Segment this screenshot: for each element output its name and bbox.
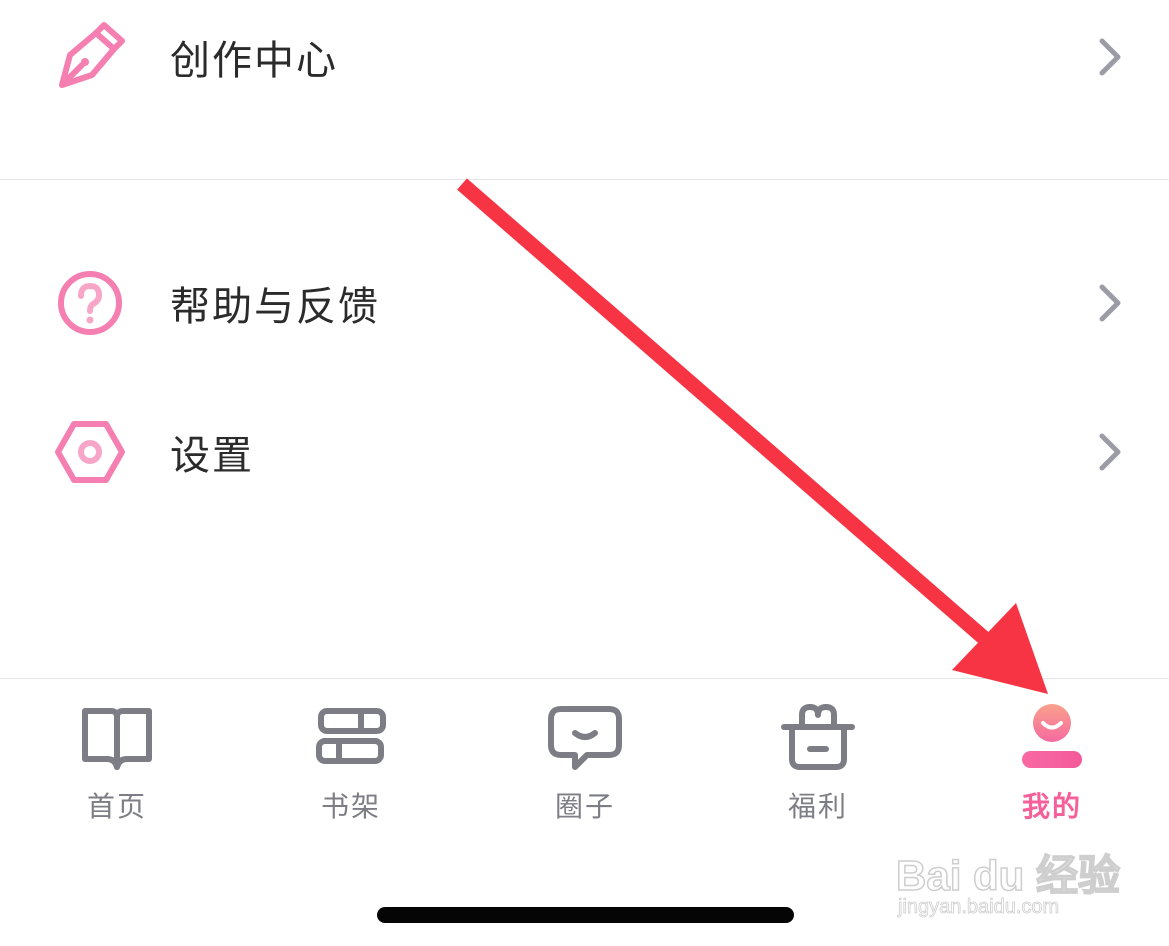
tab-label: 圈子 xyxy=(554,790,615,823)
profile-screen: 创作中心 帮助与反馈 设置 首页 书架 圈子 福利 我的 Bai du 经验 j… xyxy=(0,0,1169,946)
tab-label: 首页 xyxy=(86,790,147,823)
chat-bubble-icon xyxy=(548,706,622,770)
pen-nib-icon xyxy=(59,22,125,88)
baidu-watermark: Bai du 经验 jingyan.baidu.com xyxy=(895,842,1136,932)
tab-home[interactable]: 首页 xyxy=(47,679,187,839)
watermark-logo: Bai du 经验 xyxy=(895,851,1121,900)
chevron-right-icon xyxy=(1099,433,1121,471)
menu-item-creation-center[interactable]: 创作中心 xyxy=(0,2,1169,112)
home-indicator[interactable] xyxy=(377,907,794,923)
profile-icon xyxy=(1022,704,1082,768)
chevron-right-icon xyxy=(1099,284,1121,322)
tab-label: 书架 xyxy=(320,790,381,823)
help-question-icon xyxy=(58,271,122,335)
tab-label: 福利 xyxy=(787,790,848,823)
book-open-icon xyxy=(82,708,152,770)
menu-item-label: 帮助与反馈 xyxy=(170,284,380,330)
menu-item-label: 设置 xyxy=(170,433,254,479)
chevron-right-icon xyxy=(1099,38,1121,76)
tab-bookshelf[interactable]: 书架 xyxy=(281,679,421,839)
tab-mine[interactable]: 我的 xyxy=(982,679,1122,839)
menu-item-label: 创作中心 xyxy=(170,38,338,84)
tab-circle[interactable]: 圈子 xyxy=(515,679,655,839)
menu-item-help-feedback[interactable]: 帮助与反馈 xyxy=(0,248,1169,358)
menu-item-settings[interactable]: 设置 xyxy=(0,397,1169,507)
bookshelf-icon xyxy=(316,708,386,764)
tab-welfare[interactable]: 福利 xyxy=(748,679,888,839)
section-divider xyxy=(0,179,1169,180)
settings-hexagon-icon xyxy=(55,421,125,483)
tab-label: 我的 xyxy=(1021,790,1082,823)
watermark-url: jingyan.baidu.com xyxy=(898,896,1060,919)
gift-bag-icon xyxy=(781,704,855,770)
